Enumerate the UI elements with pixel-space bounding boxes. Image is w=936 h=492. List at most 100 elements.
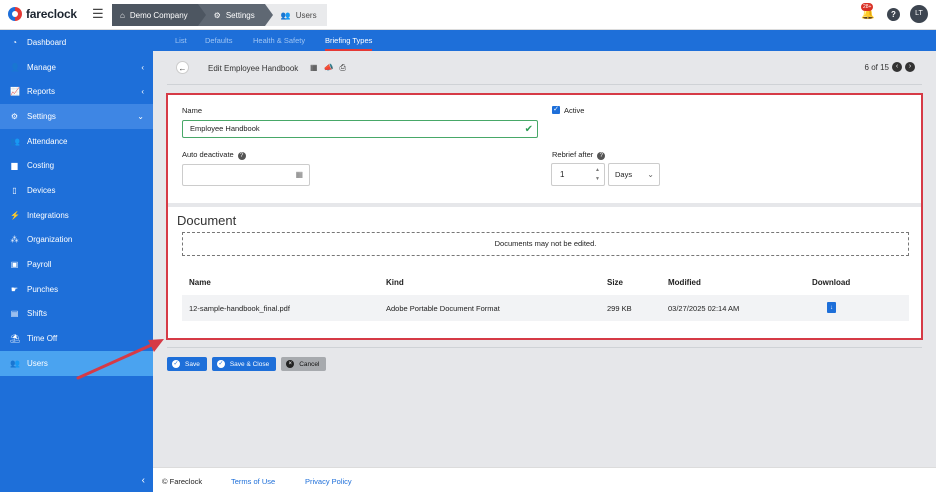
rebrief-text: Rebrief after [552,150,594,159]
valid-check-icon: ✔ [524,124,533,135]
sidebar-item-label: Manage [27,62,56,72]
cancel-button[interactable]: × Cancel [281,357,327,371]
sidebar-item-shifts[interactable]: ▤ Shifts [0,302,153,327]
sidebar-item-costing[interactable]: ▆ Costing [0,153,153,178]
terms-link[interactable]: Terms of Use [231,477,275,486]
copyright: © Fareclock [162,477,203,486]
punch-icon: ☛ [10,284,19,294]
save-close-button[interactable]: ✓ Save & Close [211,357,277,371]
badge-icon[interactable]: ▦ [310,63,318,73]
tab-defaults[interactable]: Defaults [205,36,233,45]
chevron-left-icon: ‹ [141,62,144,72]
back-arrow-icon[interactable]: ← [176,61,189,74]
document-name: 12-sample-handbook_final.pdf [189,304,290,313]
help-question-icon[interactable]: ? [597,152,606,160]
rebrief-unit-select[interactable]: Days ⌄ [608,163,660,186]
breadcrumb-demo-company[interactable]: ⌂ Demo Company [112,4,206,26]
sidebar-item-manage[interactable]: 👤 Manage ‹ [0,55,153,80]
number-spinner-icon[interactable]: ▲ ▼ [595,166,600,184]
tab-list[interactable]: List [175,36,187,45]
breadcrumb-users[interactable]: 👥 Users [264,4,327,26]
column-header-download: Download [812,278,851,287]
help-icon[interactable]: ? [887,7,900,21]
sidebar-item-label: Devices [27,185,56,195]
sidebar-item-punches[interactable]: ☛ Punches [0,277,153,302]
sidebar-item-settings[interactable]: ⚙ Settings ⌄ [0,104,153,129]
notifications-bell-icon[interactable]: 🔔 28+ [859,3,877,23]
column-header-modified: Modified [668,278,701,287]
payroll-icon: ▣ [10,260,19,270]
sidebar-item-label: Shifts [27,309,48,319]
section-divider [168,203,921,207]
save-button[interactable]: ✓ Save [167,357,207,371]
sidebar-item-label: Settings [27,111,56,121]
tab-briefing-types[interactable]: Briefing Types [325,36,373,51]
breadcrumb-label: Settings [225,10,255,20]
auto-deactivate-date-input[interactable]: ▦ [182,164,310,186]
megaphone-icon[interactable]: 📣 [324,63,334,73]
dashboard-icon: ◔ [12,37,17,47]
name-label: Name [182,106,203,115]
sidebar-item-label: Costing [27,161,55,171]
briefing-form: Name Employee Handbook ✔ ✓ Active Auto d… [168,95,921,203]
column-header-name: Name [189,278,211,287]
rebrief-label: Rebrief after? [552,150,606,160]
attendance-icon: 👥 [10,136,20,146]
sidebar-item-label: Payroll [27,260,52,270]
document-section-title: Document [177,213,237,228]
fareclock-logo-icon [8,7,22,21]
footer: © Fareclock Terms of Use Privacy Policy [153,467,936,492]
tab-health-safety[interactable]: Health & Safety [253,36,305,45]
pager-count: 6 of 15 [864,62,889,72]
sidebar-item-label: Integrations [27,210,69,220]
column-header-size: Size [607,278,624,287]
timeoff-icon: ⛱ [10,334,21,344]
previous-record-icon[interactable]: ‹ [892,62,902,72]
breadcrumb: ⌂ Demo Company ⚙ Settings 👥 Users [112,4,327,26]
document-readonly-note: Documents may not be edited. [182,232,909,256]
sidebar-item-payroll[interactable]: ▣ Payroll [0,252,153,277]
document-size: 299 KB [607,304,632,313]
sidebar-item-reports[interactable]: 📈 Reports ‹ [0,79,153,104]
next-record-icon[interactable]: › [905,62,915,72]
sidebar-item-devices[interactable]: ▯ Devices [0,178,153,203]
annotation-arrow-icon [76,339,164,380]
cancel-button-label: Cancel [299,360,320,368]
device-icon: ▯ [12,185,17,195]
breadcrumb-label: Users [295,10,317,20]
sidebar-item-dashboard[interactable]: ◔ Dashboard [0,30,153,55]
costing-icon: ▆ [11,161,18,171]
download-icon[interactable]: ↓ [827,302,836,313]
page-title: Edit Employee Handbook [208,64,299,73]
print-icon[interactable]: ⎙ [340,63,346,73]
sidebar-item-attendance[interactable]: 👥 Attendance [0,129,153,154]
person-icon: 👤 [10,62,20,72]
plug-icon: ⚡ [10,210,20,220]
top-bar: fareclock ☰ ⌂ Demo Company ⚙ Settings 👥 … [0,0,936,30]
logo[interactable]: fareclock [8,7,77,21]
calendar-icon[interactable]: ▦ [295,170,303,179]
collapse-sidebar-icon[interactable]: ‹ [142,475,145,486]
sidebar-item-label: Organization [27,235,73,245]
document-kind: Adobe Portable Document Format [386,304,500,313]
check-circle-icon: ✓ [216,360,225,368]
divider [167,347,922,348]
users-icon: 👥 [280,10,291,20]
breadcrumb-settings[interactable]: ⚙ Settings [197,4,273,26]
table-row: 12-sample-handbook_final.pdf Adobe Porta… [182,295,909,321]
chevron-down-icon: ⌄ [137,111,144,121]
rebrief-number-input[interactable]: 1 ▲ ▼ [551,163,605,186]
save-button-label: Save [185,360,200,368]
sidebar-item-integrations[interactable]: ⚡ Integrations [0,203,153,228]
privacy-link[interactable]: Privacy Policy [305,477,352,486]
active-checkbox[interactable]: ✓ [552,106,560,114]
name-field[interactable]: Employee Handbook ✔ [182,120,538,138]
avatar[interactable]: LT [910,5,928,23]
notification-badge: 28+ [861,3,874,11]
help-question-icon[interactable]: ? [237,152,246,160]
divider [167,84,922,85]
hamburger-menu-icon[interactable]: ☰ [92,7,104,20]
auto-deactivate-label: Auto deactivate? [182,150,246,160]
sidebar-item-organization[interactable]: ⁂ Organization [0,228,153,253]
header-actions: ▦ 📣 ⎙ [310,63,346,73]
